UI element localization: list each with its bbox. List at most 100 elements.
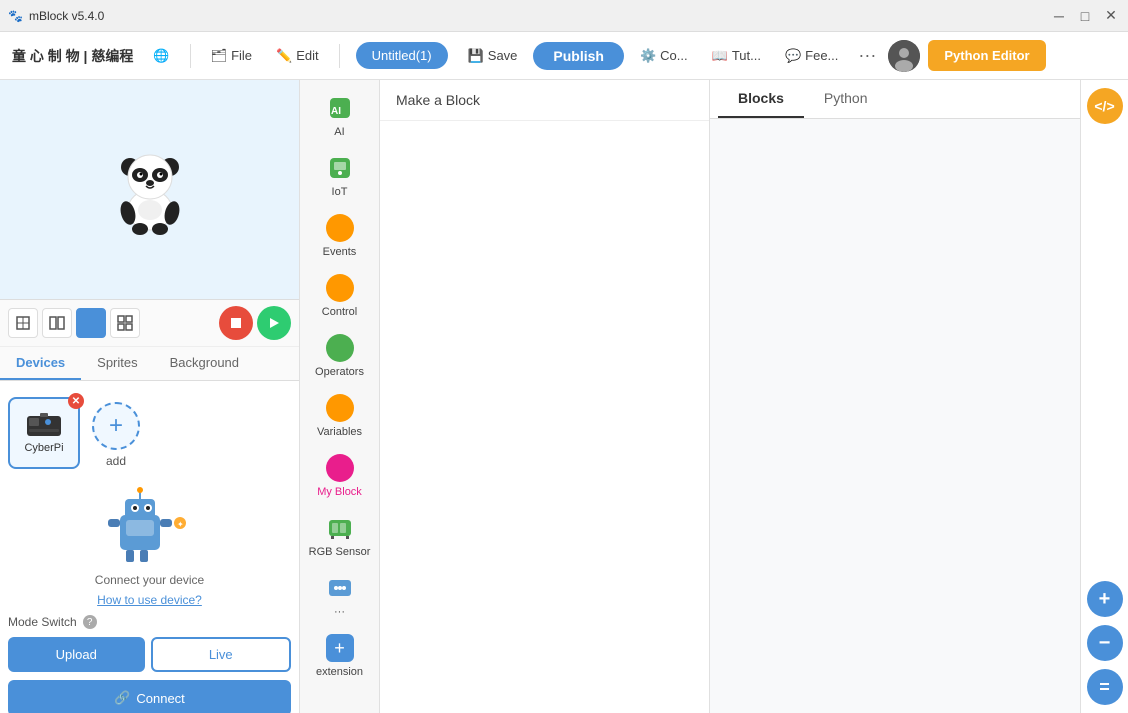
device-row: ✕ CyberPi + add — [8, 389, 291, 477]
category-control-label: Control — [322, 306, 357, 318]
more-menu[interactable]: ··· — [854, 45, 880, 66]
book-icon: 📖 — [712, 48, 728, 64]
category-events-label: Events — [323, 246, 357, 258]
svg-text:AI: AI — [331, 106, 341, 117]
file-icon: 🗂 — [211, 48, 228, 64]
category-control[interactable]: Control — [304, 268, 376, 324]
upload-button[interactable]: Upload — [8, 637, 145, 672]
code-canvas[interactable] — [710, 119, 1080, 713]
layout-grid-button[interactable] — [110, 308, 140, 338]
connect-device-label: Connect your device — [8, 573, 291, 587]
add-label: add — [106, 454, 126, 468]
live-button[interactable]: Live — [151, 637, 292, 672]
mode-switch-row: Mode Switch ? — [8, 615, 291, 629]
layout-split-button[interactable] — [42, 308, 72, 338]
category-variables-label: Variables — [317, 426, 362, 438]
title-bar: 🐾 mBlock v5.4.0 ─ □ ✕ — [0, 0, 1128, 32]
category-iot-label: IoT — [332, 186, 348, 198]
stage-sprite — [110, 150, 190, 230]
separator-1 — [190, 44, 191, 68]
cyberpi-device[interactable]: ✕ CyberPi — [8, 397, 80, 469]
svg-text:✦: ✦ — [177, 520, 184, 529]
project-name-button[interactable]: Untitled(1) — [356, 42, 448, 69]
ai-icon: AI — [326, 94, 354, 122]
tab-devices[interactable]: Devices — [0, 347, 81, 380]
zoom-out-button[interactable]: − — [1087, 625, 1123, 661]
left-panel: Devices Sprites Background ✕ CyberPi — [0, 80, 300, 713]
tab-background[interactable]: Background — [154, 347, 255, 380]
category-my-block-label: My Block — [317, 486, 362, 498]
save-icon: 💾 — [468, 48, 484, 64]
main-content: Devices Sprites Background ✕ CyberPi — [0, 80, 1128, 713]
layout-code-button[interactable] — [76, 308, 106, 338]
tab-sprites[interactable]: Sprites — [81, 347, 153, 380]
operators-dot — [326, 334, 354, 362]
category-rgb-sensor-label: RGB Sensor — [309, 546, 371, 558]
category-operators[interactable]: Operators — [304, 328, 376, 384]
maximize-button[interactable]: □ — [1076, 7, 1094, 25]
connect-icon: ⚙️ — [640, 48, 656, 64]
edit-menu[interactable]: ✏️ Edit — [268, 44, 327, 68]
stage-area — [0, 80, 299, 300]
stage-controls — [0, 300, 299, 347]
events-dot — [326, 214, 354, 242]
globe-icon[interactable]: 🌐 — [145, 44, 177, 68]
block-categories-panel: AI AI IoT Events Control — [300, 80, 380, 713]
file-menu[interactable]: 🗂 File — [203, 44, 260, 68]
link-icon: 🔗 — [114, 690, 130, 706]
variables-dot — [326, 394, 354, 422]
category-variables[interactable]: Variables — [304, 388, 376, 444]
stop-button[interactable] — [219, 306, 253, 340]
category-ai[interactable]: AI AI — [304, 88, 376, 144]
zoom-reset-button[interactable]: = — [1087, 669, 1123, 705]
robot-illustration: ✦ — [8, 477, 291, 573]
tab-python[interactable]: Python — [804, 80, 888, 118]
code-toggle-button[interactable]: </> — [1087, 88, 1123, 124]
mode-switch-label: Mode Switch — [8, 615, 77, 629]
code-tabs: Blocks Python — [710, 80, 1080, 119]
app-logo: 童 心 制 物 | 慈编程 — [12, 46, 133, 66]
close-button[interactable]: ✕ — [1102, 7, 1120, 25]
control-dot — [326, 274, 354, 302]
publish-button[interactable]: Publish — [533, 42, 624, 70]
make-block-panel: Make a Block — [380, 80, 710, 713]
category-extension-label: extension — [316, 666, 363, 678]
connect-device-section: ✦ Connect your device How to use device?… — [8, 477, 291, 713]
right-tools-panel: </> + − = — [1080, 80, 1128, 713]
category-rgb-sensor[interactable]: RGB Sensor — [304, 508, 376, 564]
category-more[interactable]: ··· — [304, 568, 376, 624]
iot-icon — [326, 154, 354, 182]
add-device-button[interactable]: + — [92, 402, 140, 450]
connect-menu[interactable]: ⚙️ Co... — [632, 44, 696, 68]
category-extension[interactable]: + extension — [304, 628, 376, 684]
tab-blocks[interactable]: Blocks — [718, 80, 804, 118]
devices-panel: ✕ CyberPi + add — [0, 381, 299, 713]
save-button[interactable]: 💾 Save — [460, 44, 526, 68]
category-events[interactable]: Events — [304, 208, 376, 264]
python-editor-button[interactable]: Python Editor — [928, 40, 1045, 71]
zoom-in-button[interactable]: + — [1087, 581, 1123, 617]
app-icon: 🐾 — [8, 9, 23, 23]
layout-full-button[interactable] — [8, 308, 38, 338]
minimize-button[interactable]: ─ — [1050, 7, 1068, 25]
user-avatar[interactable] — [888, 40, 920, 72]
category-operators-label: Operators — [315, 366, 364, 378]
make-block-header[interactable]: Make a Block — [380, 80, 709, 121]
extension-plus-icon: + — [326, 634, 354, 662]
code-area: Blocks Python — [710, 80, 1080, 713]
category-more-label: ··· — [334, 606, 345, 618]
tutorial-menu[interactable]: 📖 Tut... — [704, 44, 769, 68]
device-remove-button[interactable]: ✕ — [68, 393, 84, 409]
device-name: CyberPi — [24, 442, 63, 454]
menu-bar: 童 心 制 物 | 慈编程 🌐 🗂 File ✏️ Edit Untitled(… — [0, 32, 1128, 80]
info-icon[interactable]: ? — [83, 615, 97, 629]
category-iot[interactable]: IoT — [304, 148, 376, 204]
category-my-block[interactable]: My Block — [304, 448, 376, 504]
connect-button[interactable]: 🔗 Connect — [8, 680, 291, 713]
separator-2 — [339, 44, 340, 68]
run-button[interactable] — [257, 306, 291, 340]
upload-live-buttons: Upload Live — [8, 637, 291, 672]
feedback-menu[interactable]: 💬 Fee... — [777, 44, 846, 68]
how-to-link[interactable]: How to use device? — [8, 593, 291, 607]
edit-icon: ✏️ — [276, 48, 292, 64]
